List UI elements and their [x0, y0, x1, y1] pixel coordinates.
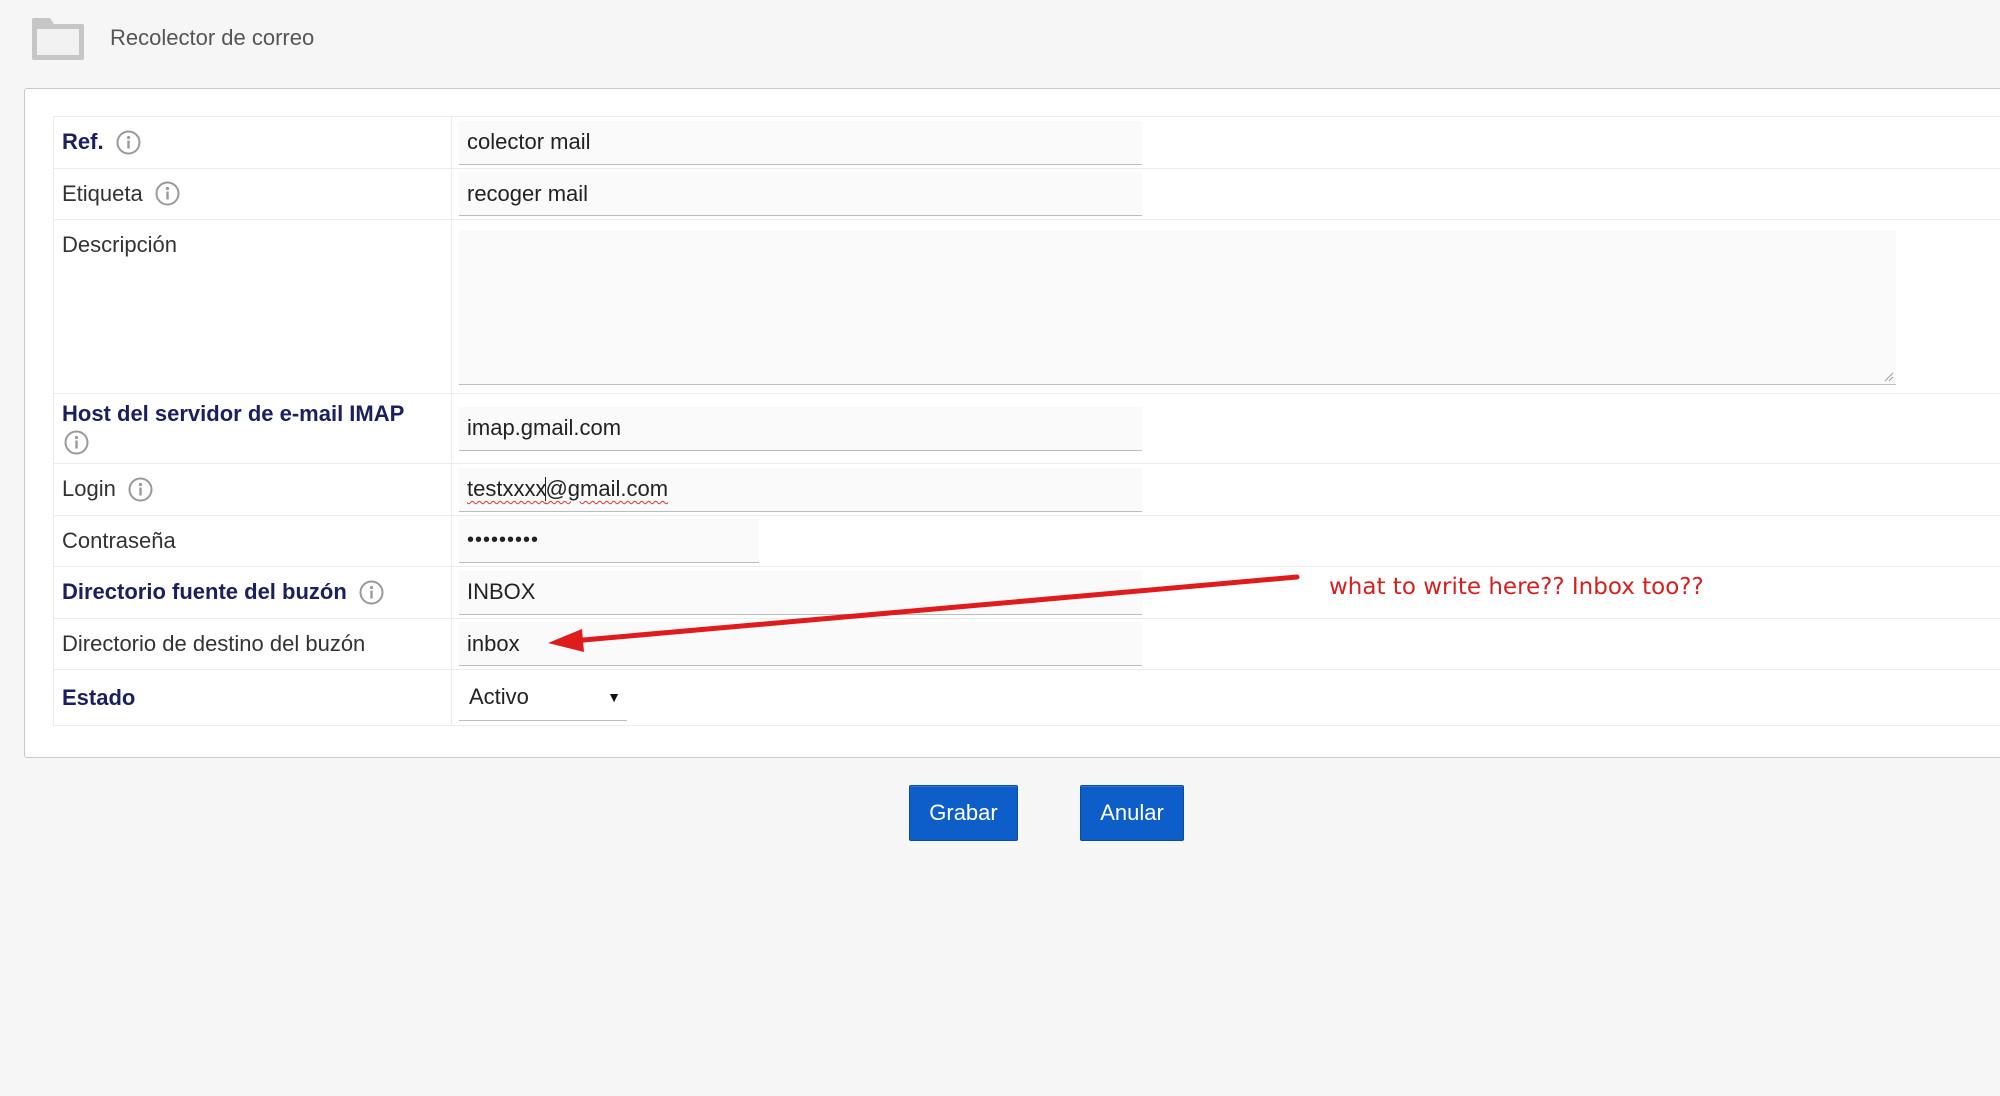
- form-card: Ref. colector mail Etiqueta recoger mail…: [24, 88, 2000, 758]
- host-cell: imap.gmail.com: [451, 393, 2000, 464]
- descripcion-cell: [451, 219, 2000, 394]
- descripcion-textarea[interactable]: [459, 230, 1896, 385]
- password-input[interactable]: •••••••••: [459, 519, 759, 563]
- info-icon[interactable]: [359, 580, 384, 605]
- row-estado: Estado Activo ▼: [53, 669, 2000, 726]
- target-dir-cell: inbox: [451, 618, 2000, 670]
- info-icon[interactable]: [116, 130, 141, 155]
- row-password: Contraseña •••••••••: [53, 515, 2000, 567]
- cancel-button[interactable]: Anular: [1080, 785, 1184, 841]
- row-login: Login testxxxx @gmail.com: [53, 463, 2000, 516]
- annotation-text: what to write here?? Inbox too??: [1329, 574, 1704, 600]
- ref-input[interactable]: colector mail: [459, 120, 1142, 165]
- estado-label: Estado: [53, 669, 452, 726]
- row-target-dir: Directorio de destino del buzón inbox: [53, 618, 2000, 670]
- mail-collector-form: Ref. colector mail Etiqueta recoger mail…: [53, 116, 2000, 726]
- target-dir-input[interactable]: inbox: [459, 622, 1142, 666]
- source-dir-input[interactable]: INBOX: [459, 570, 1142, 615]
- info-icon[interactable]: [64, 430, 89, 455]
- password-cell: •••••••••: [451, 515, 2000, 567]
- ref-label: Ref.: [53, 116, 452, 169]
- etiqueta-input[interactable]: recoger mail: [459, 172, 1142, 216]
- save-button[interactable]: Grabar: [909, 785, 1018, 841]
- etiqueta-cell: recoger mail: [451, 168, 2000, 220]
- row-etiqueta: Etiqueta recoger mail: [53, 168, 2000, 220]
- source-dir-cell: INBOX: [451, 566, 2000, 619]
- dropdown-arrow-icon: ▼: [607, 689, 621, 705]
- host-input[interactable]: imap.gmail.com: [459, 406, 1142, 451]
- page-title: Recolector de correo: [110, 25, 315, 50]
- estado-select[interactable]: Activo ▼: [459, 675, 627, 721]
- row-host: Host del servidor de e-mail IMAP imap.gm…: [53, 393, 2000, 464]
- host-label: Host del servidor de e-mail IMAP: [53, 393, 452, 464]
- descripcion-label: Descripción: [53, 219, 452, 394]
- password-label: Contraseña: [53, 515, 452, 567]
- estado-cell: Activo ▼: [451, 669, 2000, 726]
- row-descripcion: Descripción: [53, 219, 2000, 394]
- info-icon[interactable]: [128, 477, 153, 502]
- login-cell: testxxxx @gmail.com: [451, 463, 2000, 516]
- row-ref: Ref. colector mail: [53, 116, 2000, 169]
- folder-icon: [32, 18, 84, 60]
- login-input[interactable]: testxxxx @gmail.com: [459, 467, 1142, 512]
- source-dir-label: Directorio fuente del buzón: [53, 566, 452, 619]
- page-header: Recolector de correo: [30, 12, 314, 64]
- ref-cell: colector mail: [451, 116, 2000, 169]
- info-icon[interactable]: [155, 181, 180, 206]
- form-actions: Grabar Anular: [0, 785, 2000, 841]
- etiqueta-label: Etiqueta: [53, 168, 452, 220]
- login-label: Login: [53, 463, 452, 516]
- target-dir-label: Directorio de destino del buzón: [53, 618, 452, 670]
- row-source-dir: Directorio fuente del buzón INBOX: [53, 566, 2000, 619]
- resize-grip-icon[interactable]: [1884, 372, 1894, 382]
